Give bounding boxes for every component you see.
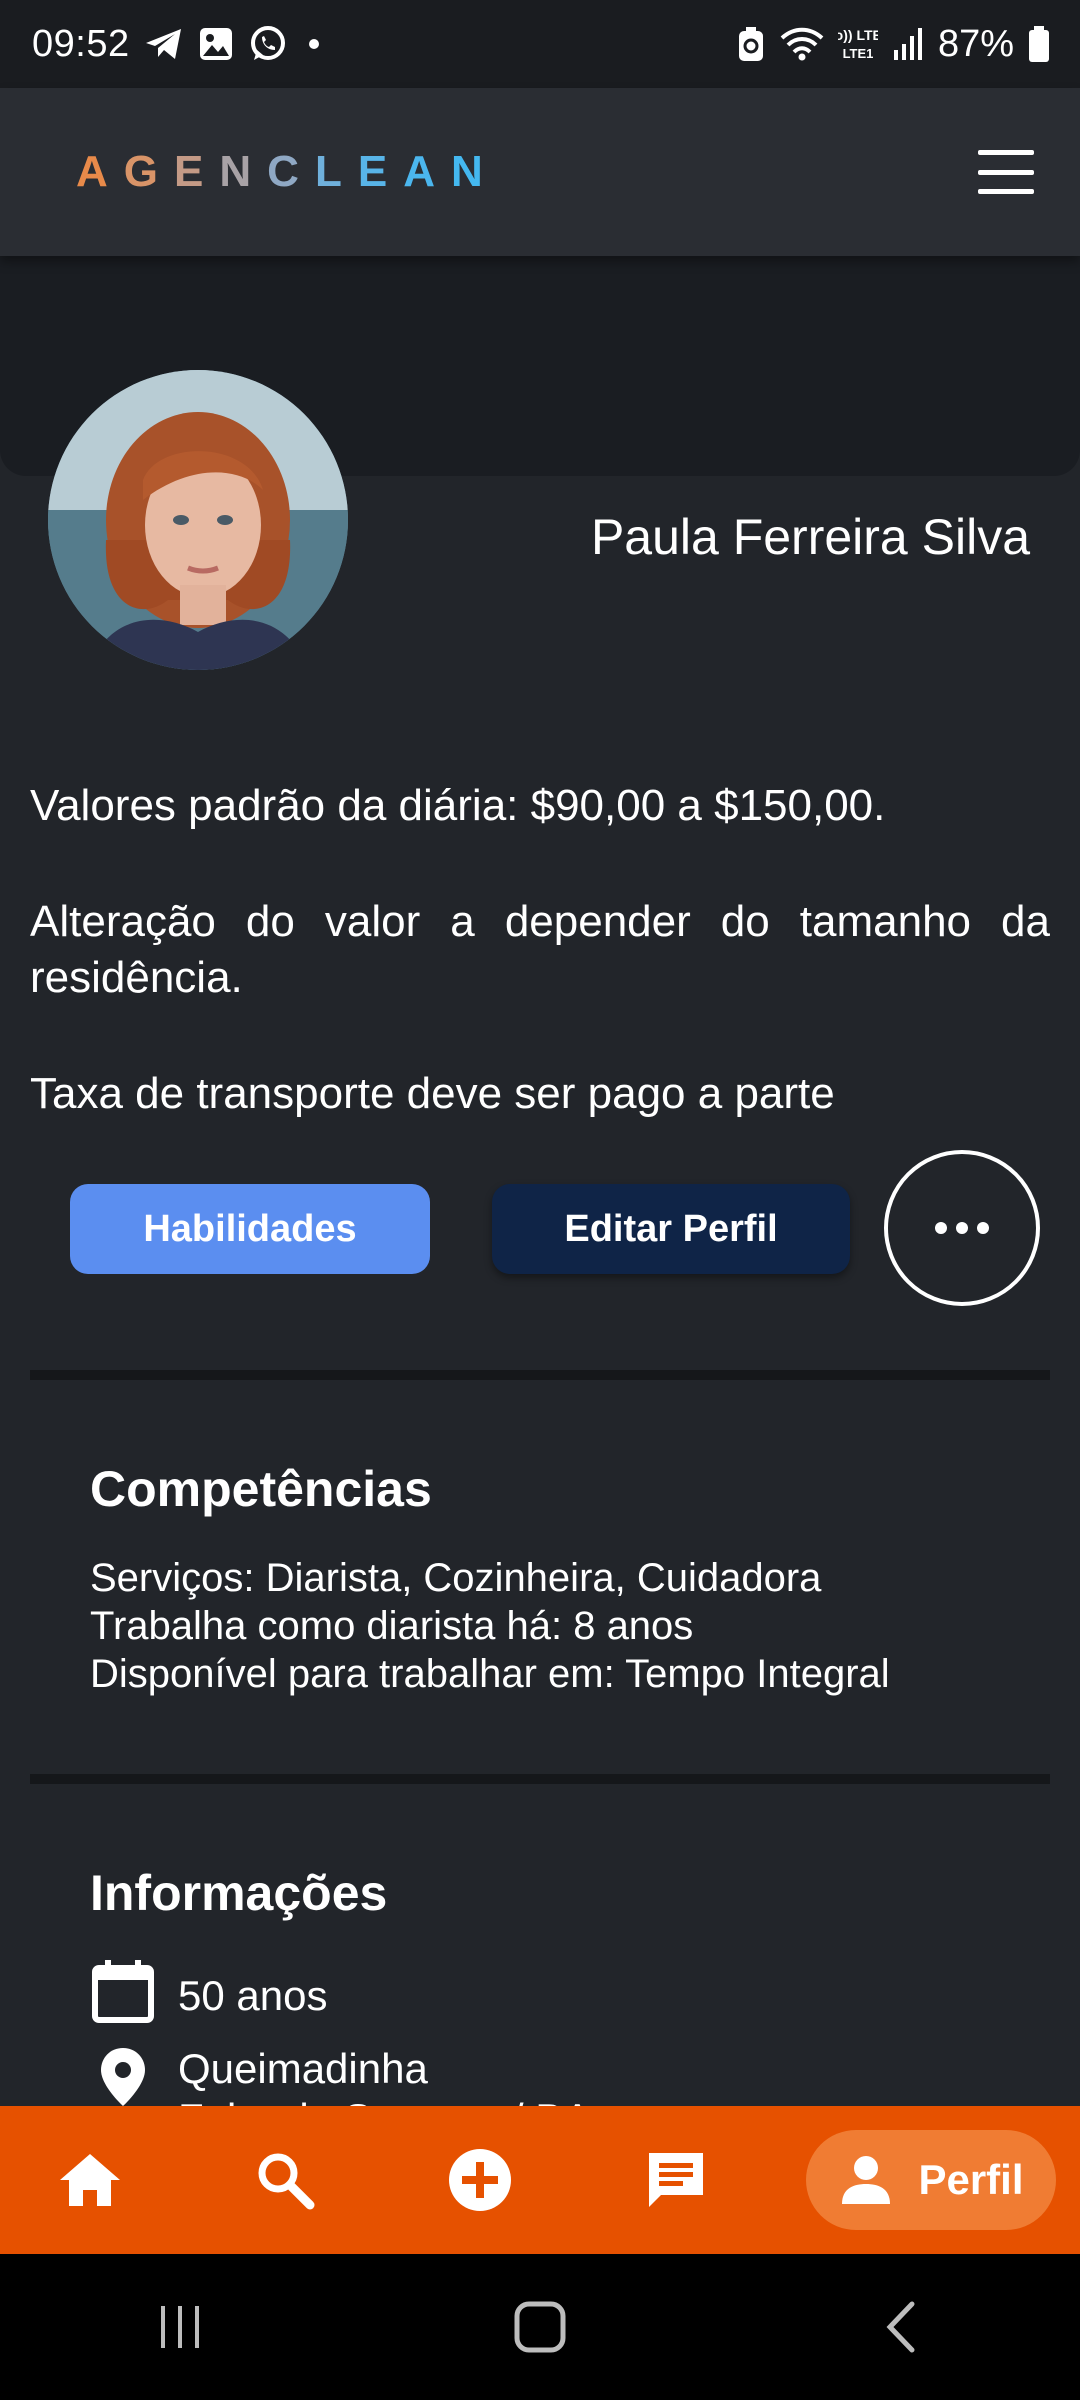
age-text: 50 anos — [178, 1972, 328, 2019]
nav-search[interactable] — [245, 2106, 325, 2254]
search-icon — [258, 2153, 315, 2210]
person-icon — [842, 2156, 891, 2204]
telegram-icon — [144, 26, 184, 62]
battery-percentage: 87% — [937, 22, 1014, 65]
user-name: Paula Ferreira Silva — [590, 509, 1030, 565]
notification-dot-icon — [302, 32, 326, 56]
edit-profile-button[interactable]: Editar Perfil — [492, 1184, 850, 1274]
competencia-item: Disponível para trabalhar em: Tempo Inte… — [90, 1652, 890, 1696]
volte-lte-icon: Vo)) LTE1 LTE1 — [838, 24, 878, 64]
gallery-icon — [198, 26, 234, 62]
nav-profile[interactable]: Perfil — [806, 2130, 1056, 2230]
recent-apps-icon — [161, 2306, 199, 2348]
more-options-button[interactable] — [884, 1150, 1040, 1306]
home-square-icon — [514, 2301, 566, 2353]
competencia-item: Serviços: Diarista, Cozinheira, Cuidador… — [90, 1556, 822, 1600]
nav-chat[interactable] — [636, 2106, 716, 2254]
calendar-icon — [90, 1958, 156, 2034]
wifi-icon — [780, 26, 824, 62]
home-system-button[interactable] — [500, 2287, 580, 2367]
svg-text:LTE1: LTE1 — [843, 46, 874, 61]
competencias-list: Serviços: Diarista, Cozinheira, Cuidador… — [90, 1554, 1020, 1698]
status-left: 09:52 — [32, 23, 326, 66]
nav-home[interactable] — [50, 2106, 130, 2254]
profile-screen: 09:52 Vo)) LTE1 LTE1 — [0, 0, 1080, 2400]
status-right: Vo)) LTE1 LTE1 87% — [736, 23, 1050, 66]
profile-actions: Habilidades Editar Perfil — [0, 1150, 1080, 1310]
svg-text:Vo)) LTE1: Vo)) LTE1 — [838, 27, 878, 43]
user-photo-icon — [48, 370, 348, 670]
battery-icon — [1028, 25, 1050, 63]
competencias-title: Competências — [90, 1461, 432, 1517]
section-divider — [30, 1774, 1050, 1784]
section-divider — [30, 1370, 1050, 1380]
competencia-item: Trabalha como diarista há: 8 anos — [90, 1604, 694, 1648]
system-navigation-bar — [0, 2254, 1080, 2400]
signal-icon — [892, 26, 924, 62]
daily-rate-text: Valores padrão da diária: $90,00 a $150,… — [30, 781, 886, 830]
more-horizontal-icon — [935, 1222, 947, 1234]
profile-avatar[interactable] — [48, 370, 348, 670]
status-bar: 09:52 Vo)) LTE1 LTE1 — [0, 0, 1080, 88]
nav-add[interactable] — [440, 2106, 520, 2254]
nav-profile-label: Perfil — [918, 2156, 1024, 2203]
informacoes-section: Informações 50 anos Queimadinha Feira de… — [90, 1864, 1020, 2144]
neighborhood-text: Queimadinha — [178, 2045, 428, 2092]
add-circle-icon — [449, 2149, 511, 2211]
competencias-section: Competências Serviços: Diarista, Cozinhe… — [90, 1460, 1020, 1698]
skills-button[interactable]: Habilidades — [70, 1184, 430, 1274]
status-time: 09:52 — [32, 22, 130, 65]
app-header: AGENCLEAN — [0, 88, 1080, 256]
informacoes-title: Informações — [90, 1865, 388, 1921]
home-icon — [60, 2154, 120, 2206]
bottom-navigation: Perfil — [0, 2106, 1080, 2254]
recent-apps-button[interactable] — [140, 2287, 220, 2367]
transport-fee-text: Taxa de transporte deve ser pago a parte — [30, 1069, 835, 1118]
whatsapp-icon — [248, 24, 288, 64]
battery-saver-icon — [736, 25, 766, 63]
agenclean-logo[interactable]: AGENCLEAN — [76, 147, 499, 197]
chat-icon — [649, 2153, 703, 2207]
back-system-button[interactable] — [860, 2287, 940, 2367]
price-change-text: Alteração do valor a depender do tamanho… — [30, 897, 1050, 1002]
age-row: 50 anos — [90, 1958, 1020, 2034]
back-chevron-icon — [886, 2301, 915, 2353]
hamburger-menu-icon[interactable] — [978, 150, 1034, 194]
